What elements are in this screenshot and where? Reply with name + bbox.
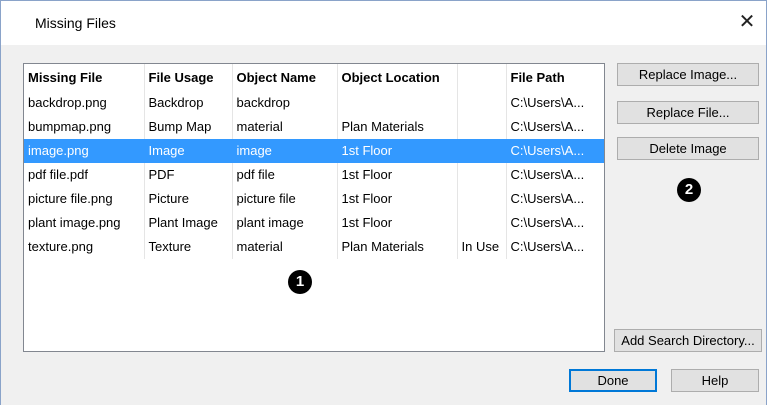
cell-object-name: material <box>231 115 337 139</box>
cell-file-path: C:\Users\A... <box>505 139 604 163</box>
callout-marker-1: 1 <box>288 270 312 294</box>
cell-missing-file: backdrop.png <box>28 95 107 110</box>
cell-file-usage: Texture <box>143 235 232 259</box>
column-header-status[interactable] <box>456 64 506 91</box>
cell-object-name: backdrop <box>231 91 337 115</box>
column-header-file-usage[interactable]: File Usage <box>143 64 232 91</box>
cell-file-path: C:\Users\A... <box>505 187 604 211</box>
table-row-selected[interactable]: image.png Image image 1st Floor C:\Users… <box>24 139 604 163</box>
dialog-content: ^ Missing File File Usage Object Name Obj… <box>1 45 766 405</box>
cell-missing-file: plant image.png <box>28 215 121 230</box>
help-button[interactable]: Help <box>671 369 759 392</box>
cell-object-name: material <box>231 235 337 259</box>
cell-missing-file: image.png <box>24 139 144 163</box>
title-bar[interactable]: Missing Files ✕ <box>1 1 766 45</box>
cell-status <box>456 115 506 139</box>
cell-file-path: C:\Users\A... <box>505 115 604 139</box>
cell-file-usage: Bump Map <box>143 115 232 139</box>
column-header-missing-file[interactable]: ^ Missing File <box>24 64 144 91</box>
table-row[interactable]: bumpmap.png Bump Map material Plan Mater… <box>24 115 604 139</box>
dialog-title: Missing Files <box>35 15 116 31</box>
table-row[interactable]: pdf file.pdf PDF pdf file 1st Floor C:\U… <box>24 163 604 187</box>
cell-object-location: 1st Floor <box>336 211 457 235</box>
cell-missing-file: picture file.png <box>28 191 113 206</box>
cell-status <box>456 187 506 211</box>
table-row[interactable]: texture.png Texture material Plan Materi… <box>24 235 604 259</box>
column-header-object-name[interactable]: Object Name <box>231 64 337 91</box>
cell-object-location <box>336 91 457 115</box>
sort-ascending-icon: ^ <box>71 64 76 69</box>
column-header-object-location[interactable]: Object Location <box>336 64 457 91</box>
replace-file-button[interactable]: Replace File... <box>617 101 759 124</box>
missing-files-table[interactable]: ^ Missing File File Usage Object Name Obj… <box>23 63 605 352</box>
cell-object-name: plant image <box>231 211 337 235</box>
cell-file-usage: Plant Image <box>143 211 232 235</box>
cell-file-path: C:\Users\A... <box>505 163 604 187</box>
table-row[interactable]: plant image.png Plant Image plant image … <box>24 211 604 235</box>
cell-file-path: C:\Users\A... <box>505 211 604 235</box>
table-header-row: ^ Missing File File Usage Object Name Obj… <box>24 64 604 91</box>
cell-file-path: C:\Users\A... <box>505 91 604 115</box>
table-row[interactable]: backdrop.png Backdrop backdrop C:\Users\… <box>24 91 604 115</box>
cell-object-location: 1st Floor <box>336 187 457 211</box>
cell-object-location: Plan Materials <box>336 235 457 259</box>
cell-file-usage: Image <box>143 139 232 163</box>
cell-object-location: 1st Floor <box>336 139 457 163</box>
cell-status <box>456 139 506 163</box>
cell-missing-file: bumpmap.png <box>28 119 112 134</box>
add-search-directory-button[interactable]: Add Search Directory... <box>614 329 762 352</box>
cell-object-location: 1st Floor <box>336 163 457 187</box>
table-row[interactable]: picture file.png Picture picture file 1s… <box>24 187 604 211</box>
cell-missing-file: texture.png <box>28 239 94 254</box>
close-icon[interactable]: ✕ <box>734 9 760 35</box>
column-header-file-path[interactable]: File Path <box>505 64 604 91</box>
cell-object-location: Plan Materials <box>336 115 457 139</box>
replace-image-button[interactable]: Replace Image... <box>617 63 759 86</box>
cell-status <box>456 211 506 235</box>
cell-object-name: picture file <box>231 187 337 211</box>
cell-object-name: image <box>231 139 337 163</box>
cell-file-usage: Backdrop <box>143 91 232 115</box>
cell-file-usage: PDF <box>143 163 232 187</box>
missing-files-dialog: Missing Files ✕ ^ Missing File File Usage… <box>0 0 767 405</box>
delete-image-button[interactable]: Delete Image <box>617 137 759 160</box>
cell-status: In Use <box>456 235 506 259</box>
cell-status <box>456 91 506 115</box>
callout-marker-2: 2 <box>677 178 701 202</box>
cell-status <box>456 163 506 187</box>
cell-file-usage: Picture <box>143 187 232 211</box>
done-button[interactable]: Done <box>569 369 657 392</box>
cell-file-path: C:\Users\A... <box>505 235 604 259</box>
cell-missing-file: pdf file.pdf <box>28 167 88 182</box>
cell-object-name: pdf file <box>231 163 337 187</box>
